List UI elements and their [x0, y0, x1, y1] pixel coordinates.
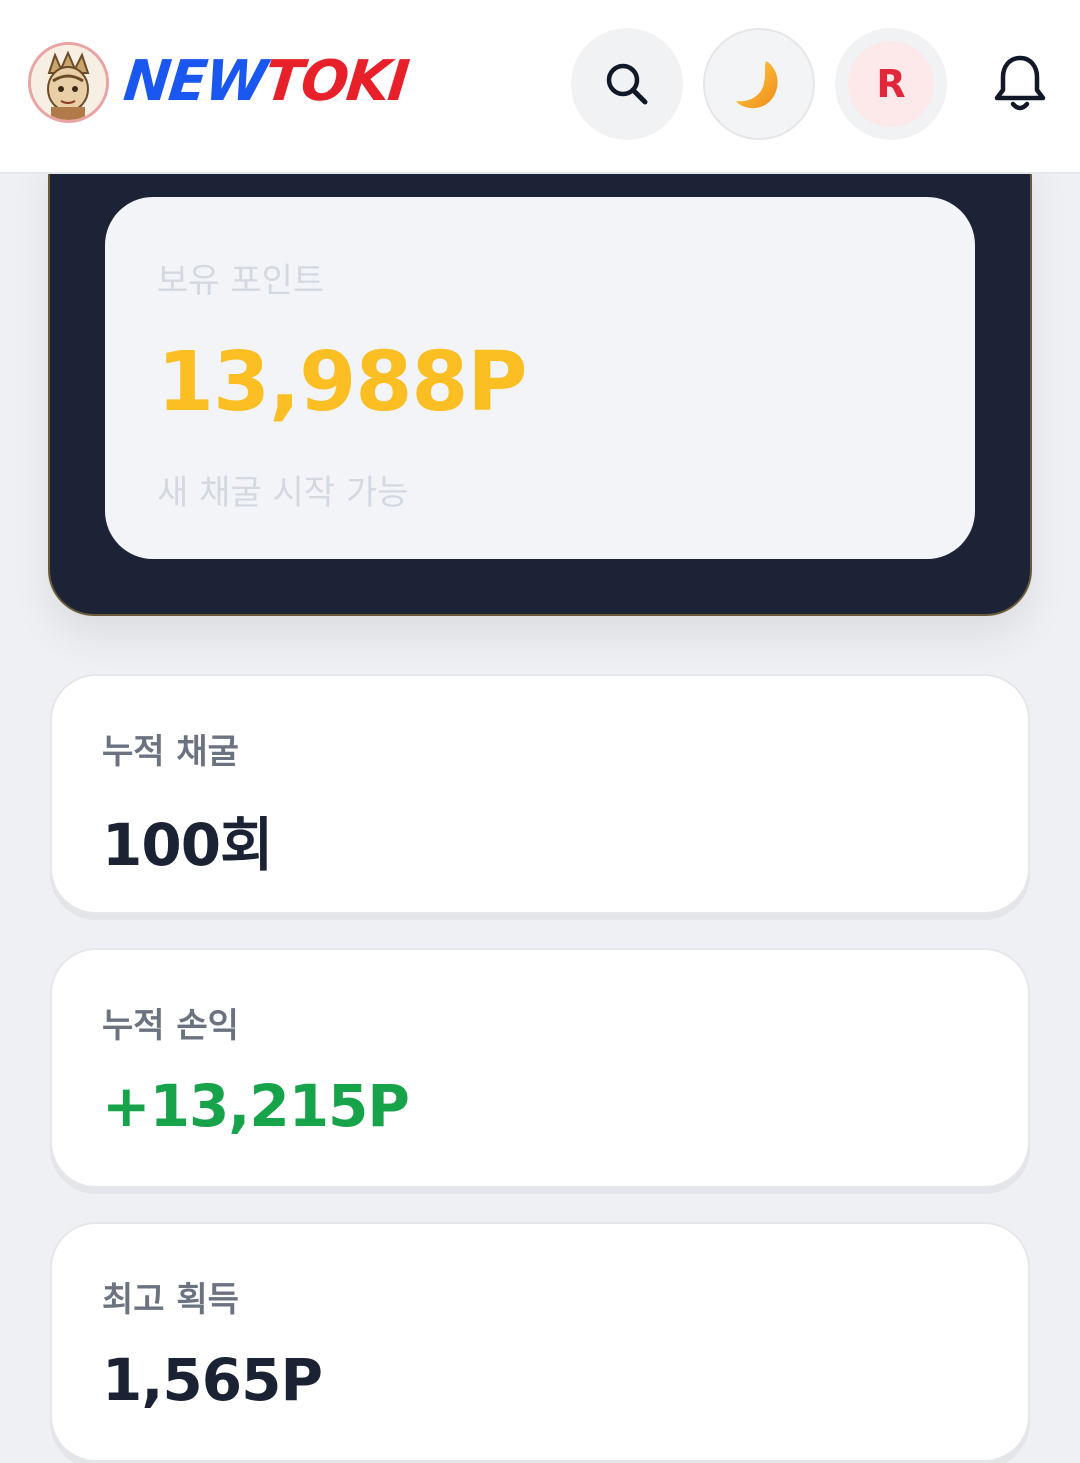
points-status-text: 새 채굴 시작 가능 [157, 473, 409, 513]
logo-part-toki: TOKI [261, 49, 411, 114]
bell-icon [994, 55, 1046, 111]
mascot-avatar[interactable] [28, 42, 109, 123]
stat-label: 최고 획득 [102, 1280, 239, 1320]
top-header: NEWTOKI R [0, 0, 1080, 174]
stat-card-mining-count: 누적 채굴 100회 [50, 674, 1030, 914]
points-value: 13,988P [157, 335, 528, 430]
search-button[interactable] [571, 28, 683, 140]
points-panel: 보유 포인트 13,988P 새 채굴 시작 가능 [105, 197, 975, 559]
brand-logo[interactable]: NEWTOKI [120, 49, 411, 114]
profile-button[interactable]: R [835, 28, 947, 140]
search-icon [606, 63, 648, 105]
profile-avatar: R [848, 41, 934, 127]
stat-card-profit: 누적 손익 +13,215P [50, 948, 1030, 1188]
stat-card-best-gain: 최고 획득 1,565P [50, 1222, 1030, 1462]
stat-label: 누적 채굴 [102, 732, 239, 772]
logo-part-new: NEW [120, 49, 269, 114]
stat-value: 100회 [102, 811, 273, 879]
notification-button[interactable] [990, 52, 1050, 114]
stat-label: 누적 손익 [102, 1006, 239, 1046]
theme-toggle-button[interactable] [703, 28, 815, 140]
stat-value: +13,215P [102, 1072, 410, 1140]
points-label: 보유 포인트 [157, 261, 325, 301]
moon-icon [736, 61, 778, 109]
stat-value: 1,565P [102, 1346, 323, 1414]
